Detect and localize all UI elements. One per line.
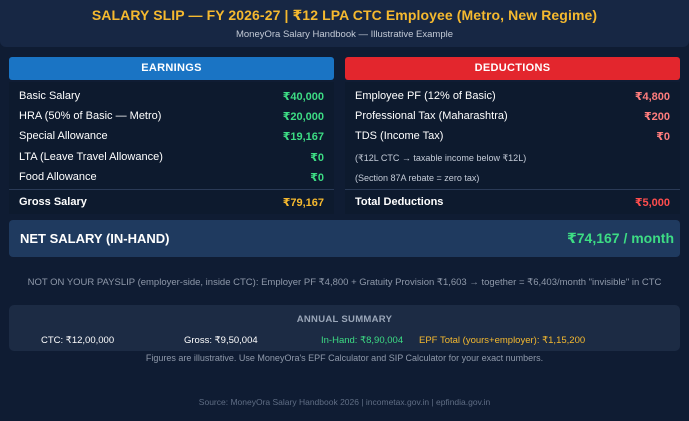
earnings-heading: EARNINGS [9,57,334,80]
total-deductions-row: Total Deductions ₹5,000 [355,196,670,212]
deduction-label: TDS (Income Tax) [355,130,444,142]
earnings-row: Basic Salary ₹40,000 [19,90,324,106]
annual-summary: ANNUAL SUMMARY CTC: ₹12,00,000 Gross: ₹9… [9,305,680,351]
total-deductions-label: Total Deductions [355,196,444,208]
deductions-panel: Employee PF (12% of Basic) ₹4,800 Profes… [345,82,680,214]
earnings-value: ₹19,167 [282,131,324,143]
divider [345,189,680,190]
gross-salary-row: Gross Salary ₹79,167 [19,196,324,212]
annual-ctc: CTC: ₹12,00,000 [41,335,115,346]
page-title: SALARY SLIP — FY 2026-27 | ₹12 LPA CTC E… [91,7,598,23]
net-salary-label: NET SALARY (IN-HAND) [20,231,170,246]
earnings-label: Special Allowance [19,130,108,142]
deduction-value: ₹4,800 [634,91,670,103]
gross-salary-value: ₹79,167 [282,197,324,209]
divider [9,189,334,190]
page-subtitle: MoneyOra Salary Handbook — Illustrative … [235,29,453,40]
earnings-label: LTA (Leave Travel Allowance) [19,151,163,163]
employer-side-note: NOT ON YOUR PAYSLIP (employer-side, insi… [27,277,662,288]
deduction-row: Professional Tax (Maharashtra) ₹200 [355,110,670,126]
earnings-row: Special Allowance ₹19,167 [19,130,324,146]
earnings-label: HRA (50% of Basic — Metro) [19,110,162,122]
total-deductions-value: ₹5,000 [634,197,670,209]
tds-note: (₹12L CTC → taxable income below ₹12L) [355,153,527,163]
source-credit: Source: MoneyOra Salary Handbook 2026 | … [198,397,491,407]
deductions-heading: DEDUCTIONS [345,57,680,80]
header: SALARY SLIP — FY 2026-27 | ₹12 LPA CTC E… [0,0,689,47]
deduction-value: ₹200 [643,111,670,123]
deduction-row: Employee PF (12% of Basic) ₹4,800 [355,90,670,106]
earnings-row: HRA (50% of Basic — Metro) ₹20,000 [19,110,324,126]
earnings-label: Basic Salary [19,90,81,102]
earnings-value: ₹40,000 [282,91,324,103]
deduction-value: ₹0 [656,131,670,143]
deduction-label: Employee PF (12% of Basic) [355,90,496,102]
net-salary-bar: NET SALARY (IN-HAND) ₹74,167 / month [9,220,680,257]
deduction-row: TDS (Income Tax) ₹0 [355,130,670,146]
annual-epf: EPF Total (yours+employer): ₹1,15,200 [419,335,586,346]
gross-salary-label: Gross Salary [19,196,87,208]
deduction-label: Professional Tax (Maharashtra) [355,110,508,122]
earnings-label: Food Allowance [19,171,97,183]
earnings-value: ₹20,000 [282,111,324,123]
earnings-row: LTA (Leave Travel Allowance) ₹0 [19,151,324,167]
earnings-value: ₹0 [310,152,324,164]
earnings-row: Food Allowance ₹0 [19,171,324,187]
disclaimer: Figures are illustrative. Use MoneyOra's… [145,353,544,363]
annual-summary-title: ANNUAL SUMMARY [296,314,393,325]
annual-inhand: In-Hand: ₹8,90,004 [321,335,404,346]
rebate-note: (Section 87A rebate = zero tax) [355,173,480,183]
net-salary-value: ₹74,167 / month [567,230,674,246]
annual-gross: Gross: ₹9,50,004 [184,335,258,346]
earnings-panel: Basic Salary ₹40,000 HRA (50% of Basic —… [9,82,334,214]
earnings-value: ₹0 [310,172,324,184]
